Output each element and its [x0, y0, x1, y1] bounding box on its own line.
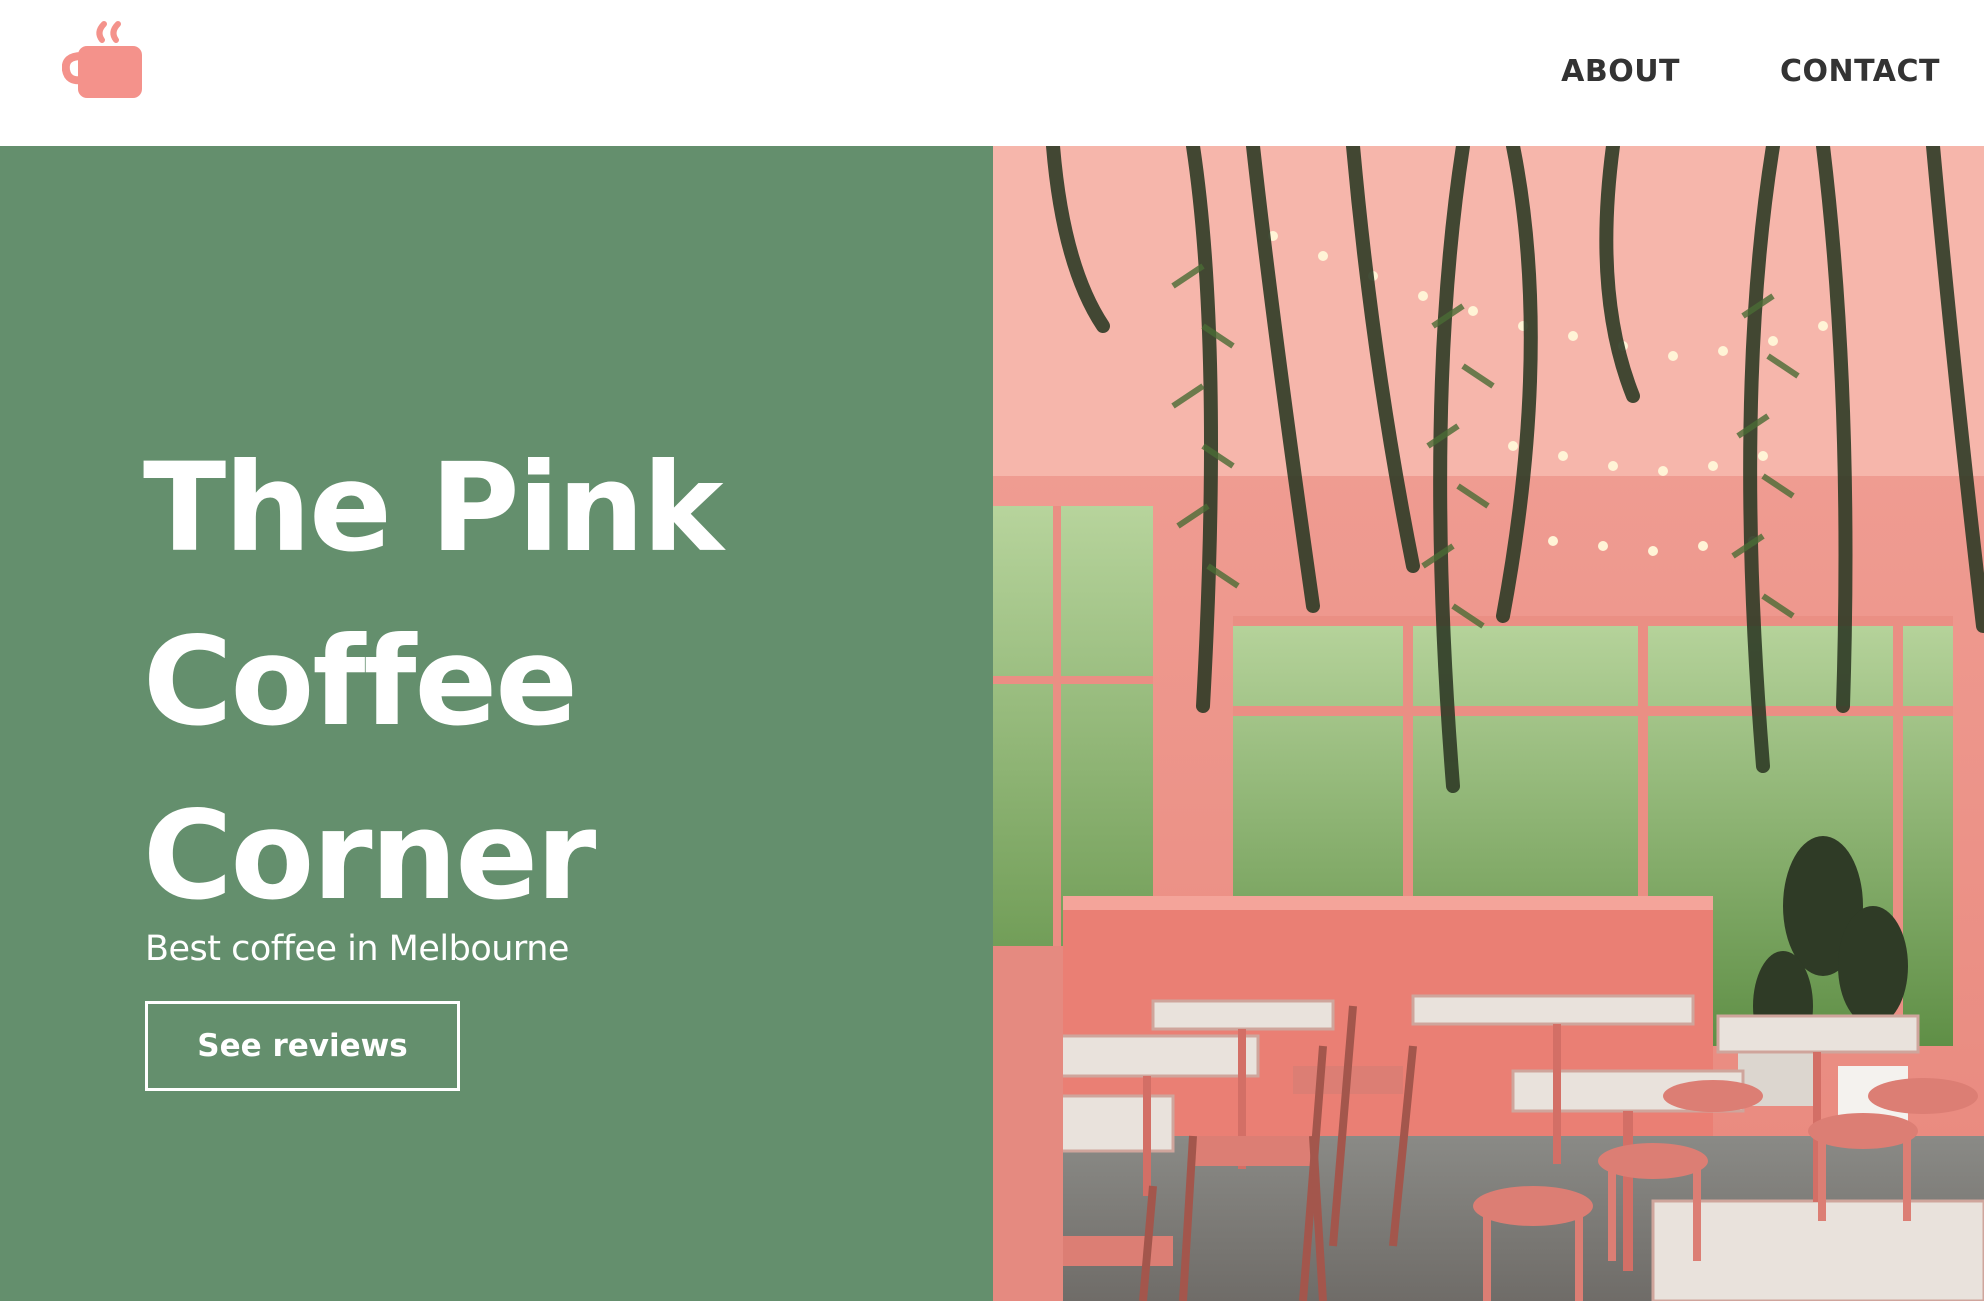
main-nav: ABOUT CONTACT [1561, 54, 1940, 89]
hero-title-line: Coffee [143, 611, 578, 753]
hero-panel: The Pink Coffee Corner Best coffee in Me… [0, 146, 993, 1301]
nav-contact-link[interactable]: CONTACT [1780, 54, 1940, 89]
nav-about-link[interactable]: ABOUT [1561, 54, 1680, 89]
see-reviews-button[interactable]: See reviews [145, 1001, 460, 1091]
hero-tagline: Best coffee in Melbourne [145, 929, 569, 969]
hero-title-line: The Pink [143, 437, 724, 579]
hero-title: The Pink Coffee Corner [143, 421, 943, 943]
coffee-cup-icon[interactable] [61, 18, 148, 104]
cafe-interior-photo [993, 146, 1984, 1301]
site-header: ABOUT CONTACT [0, 0, 1984, 146]
hero-title-line: Corner [143, 785, 596, 927]
